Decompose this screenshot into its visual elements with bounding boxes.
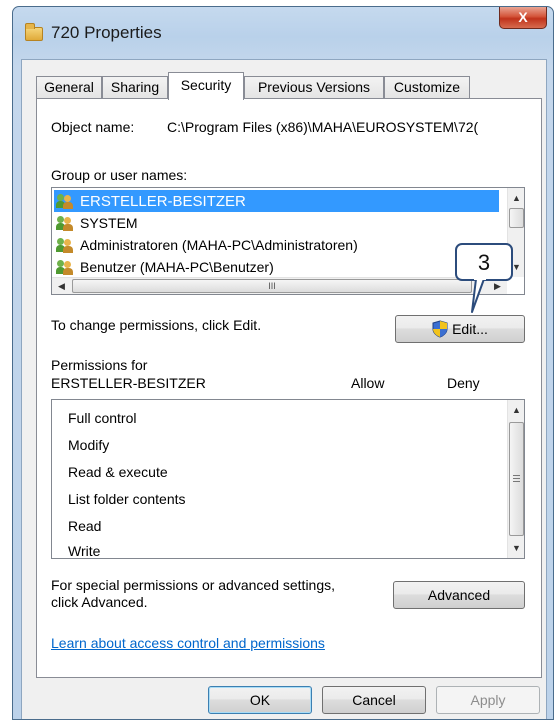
advanced-hint-line1: For special permissions or advanced sett… [51, 577, 336, 593]
callout-bubble: 3 [455, 243, 513, 313]
permission-row: Full control [68, 410, 137, 426]
tab-general[interactable]: General [36, 76, 102, 99]
apply-button[interactable]: Apply [436, 686, 540, 714]
tab-previous-versions[interactable]: Previous Versions [244, 76, 384, 99]
permission-row: Write [68, 543, 101, 559]
permissions-list[interactable]: Full control Modify Read & execute List … [51, 399, 525, 559]
change-permissions-hint: To change permissions, click Edit. [51, 317, 262, 333]
window-title: 720 Properties [51, 23, 162, 42]
close-button[interactable]: X [499, 7, 547, 29]
scroll-thumb[interactable] [509, 422, 524, 536]
permissions-for-label: Permissions for [51, 357, 148, 373]
user-name: ERSTELLER-BESITZER [80, 192, 246, 210]
users-icon [56, 259, 76, 275]
tab-sharing[interactable]: Sharing [102, 76, 168, 99]
scroll-down-icon[interactable]: ▼ [509, 540, 524, 556]
properties-dialog: 720 Properties X General Sharing Securit… [12, 6, 554, 720]
allow-column-header: Allow [351, 375, 385, 391]
users-icon [56, 237, 76, 253]
list-item[interactable]: Benutzer (MAHA-PC\Benutzer) [54, 256, 274, 278]
access-control-help-link[interactable]: Learn about access control and permissio… [51, 635, 325, 651]
object-name-label: Object name: [51, 119, 135, 135]
users-icon [56, 193, 76, 209]
object-name-value: C:\Program Files (x86)\MAHA\EUROSYSTEM\7… [167, 119, 479, 135]
advanced-button[interactable]: Advanced [393, 581, 525, 609]
list-item[interactable]: SYSTEM [54, 212, 138, 234]
advanced-hint-line2: click Advanced. [51, 594, 148, 610]
permissions-principal-label: ERSTELLER-BESITZER [51, 375, 206, 391]
scroll-thumb[interactable] [509, 208, 524, 228]
scroll-thumb[interactable]: III [72, 279, 472, 293]
title-bar[interactable]: 720 Properties X [13, 7, 553, 59]
deny-column-header: Deny [447, 375, 480, 391]
security-panel: Object name: C:\Program Files (x86)\MAHA… [36, 98, 542, 678]
permission-row: Read [68, 518, 102, 534]
uac-shield-icon [432, 320, 448, 338]
dialog-client-area: General Sharing Security Previous Versio… [21, 59, 547, 719]
permission-row: Modify [68, 437, 110, 453]
cancel-button[interactable]: Cancel [322, 686, 426, 714]
users-icon [56, 215, 76, 231]
list-item[interactable]: Administratoren (MAHA-PC\Administratoren… [54, 234, 358, 256]
permission-row: List folder contents [68, 491, 186, 507]
scroll-left-icon[interactable]: ◀ [54, 278, 69, 294]
user-name: Benutzer (MAHA-PC\Benutzer) [80, 259, 274, 275]
tab-customize[interactable]: Customize [384, 76, 470, 99]
group-user-names-label: Group or user names: [51, 167, 188, 183]
vertical-scrollbar[interactable]: ▲ ▼ [507, 400, 524, 558]
folder-icon [25, 23, 43, 41]
horizontal-scrollbar[interactable]: ◀ III ▶ [52, 277, 507, 294]
scroll-up-icon[interactable]: ▲ [509, 402, 524, 418]
callout-number: 3 [478, 250, 490, 275]
permission-row: Read & execute [68, 464, 168, 480]
user-name: Administratoren (MAHA-PC\Administratoren… [80, 237, 358, 253]
tab-security[interactable]: Security [168, 72, 244, 100]
list-item[interactable]: ERSTELLER-BESITZER [54, 190, 499, 212]
ok-button[interactable]: OK [208, 686, 312, 714]
user-name: SYSTEM [80, 215, 138, 231]
scroll-up-icon[interactable]: ▲ [509, 190, 524, 206]
